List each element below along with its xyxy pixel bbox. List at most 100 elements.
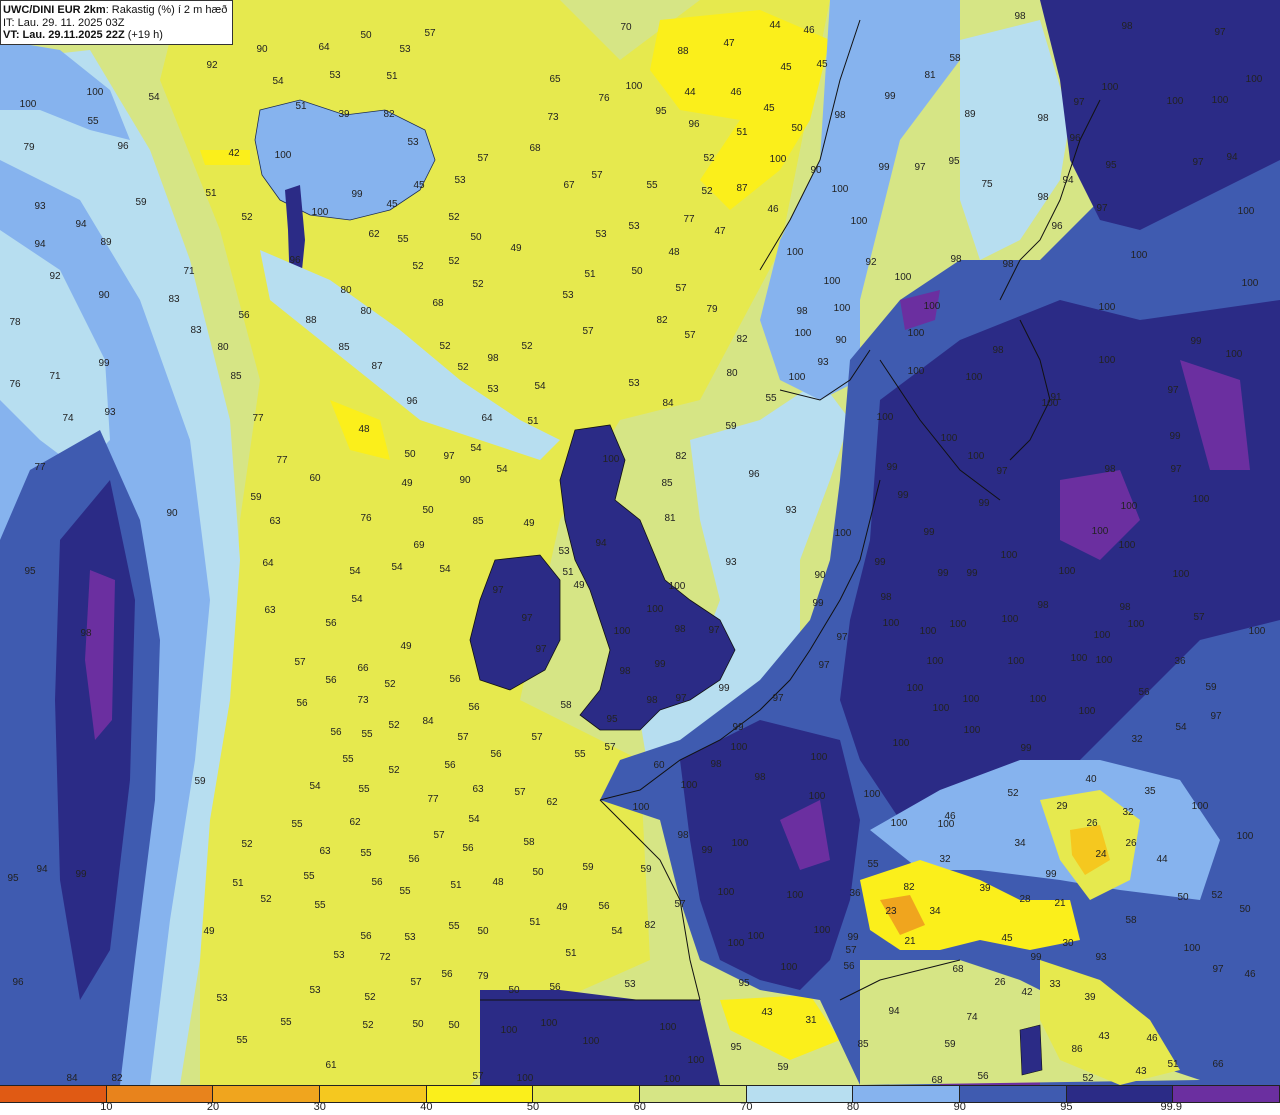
value-label: 79 [706,304,718,315]
value-label: 40 [1085,774,1097,785]
value-label: 46 [767,204,779,215]
value-label: 44 [769,20,781,31]
value-label: 99 [884,91,896,102]
value-label: 98 [1104,464,1116,475]
value-label: 57 [477,153,489,164]
value-label: 59 [725,421,737,432]
value-label: 49 [400,641,412,652]
value-label: 99 [732,722,744,733]
value-label: 35 [1144,786,1156,797]
value-label: 89 [964,109,976,120]
value-label: 64 [318,42,330,53]
value-label: 55 [360,848,372,859]
value-label: 94 [34,239,46,250]
legend-swatch [213,1086,321,1102]
value-label: 32 [1131,734,1143,745]
value-label: 29 [1056,801,1068,812]
value-label: 100 [731,742,748,753]
value-label: 30 [1062,938,1074,949]
value-label: 100 [907,683,924,694]
value-label: 94 [1226,152,1238,163]
value-label: 89 [100,237,112,248]
value-label: 99 [701,845,713,856]
value-label: 82 [736,334,748,345]
field-95-99-iberia [480,990,720,1085]
value-label: 55 [236,1035,248,1046]
value-label: 53 [407,137,419,148]
value-label: 97 [1096,203,1108,214]
value-label: 62 [368,229,380,240]
value-label: 100 [1237,831,1254,842]
value-label: 68 [931,1075,943,1085]
value-label: 100 [963,694,980,705]
value-label: 43 [761,1007,773,1018]
value-label: 59 [582,862,594,873]
value-label: 99 [351,189,363,200]
value-label: 67 [563,180,575,191]
value-label: 95 [606,714,618,725]
value-label: 90 [256,44,268,55]
value-label: 56 [843,961,855,972]
value-label: 100 [924,301,941,312]
value-label: 99 [937,568,949,579]
value-label: 53 [628,221,640,232]
value-label: 98 [677,830,689,841]
value-label: 93 [1095,952,1107,963]
value-label: 58 [523,837,535,848]
value-label: 54 [272,76,284,87]
value-label: 93 [785,505,797,516]
value-label: 52 [260,894,272,905]
value-label: 100 [809,791,826,802]
value-label: 55 [342,754,354,765]
value-label: 100 [1001,550,1018,561]
value-label: 99 [874,557,886,568]
value-label: 100 [1008,656,1025,667]
legend-tick: 60 [633,1101,646,1113]
value-label: 44 [684,87,696,98]
value-label: 97 [914,162,926,173]
field-40-50-c [200,150,250,165]
value-label: 53 [628,378,640,389]
value-label: 68 [952,964,964,975]
value-label: 94 [888,1006,900,1017]
model-name: UWC/DINI EUR 2km [3,4,106,16]
value-label: 52 [701,186,713,197]
value-label: 71 [183,266,195,277]
value-label: 55 [574,749,586,760]
value-label: 52 [364,992,376,1003]
value-label: 93 [34,201,46,212]
value-label: 100 [728,938,745,949]
value-label: 51 [562,567,574,578]
value-label: 100 [834,303,851,314]
legend-swatch [746,1086,854,1102]
value-label: 99 [966,568,978,579]
value-label: 58 [1125,915,1137,926]
value-label: 90 [835,335,847,346]
value-label: 100 [832,184,849,195]
value-label: 52 [1211,890,1223,901]
value-label: 53 [454,175,466,186]
value-label: 55 [361,729,373,740]
value-label: 76 [598,93,610,104]
value-label: 82 [111,1073,123,1084]
value-label: 53 [404,932,416,943]
value-label: 48 [668,247,680,258]
value-label: 55 [867,859,879,870]
value-label: 80 [340,285,352,296]
value-label: 55 [358,784,370,795]
value-label: 97 [492,585,504,596]
value-label: 45 [780,62,792,73]
value-label: 52 [439,341,451,352]
value-label: 62 [546,797,558,808]
value-label: 100 [20,99,37,110]
value-label: 76 [9,379,21,390]
value-label: 39 [338,109,350,120]
value-label: 26 [1086,818,1098,829]
legend-tick: 10 [100,1101,113,1113]
value-label: 98 [1119,602,1131,613]
value-label: 57 [591,170,603,181]
value-label: 53 [487,384,499,395]
value-label: 79 [23,142,35,153]
map-header: UWC/DINI EUR 2km: Rakastig (%) í 2 m hæð… [0,0,234,45]
value-label: 77 [252,413,264,424]
